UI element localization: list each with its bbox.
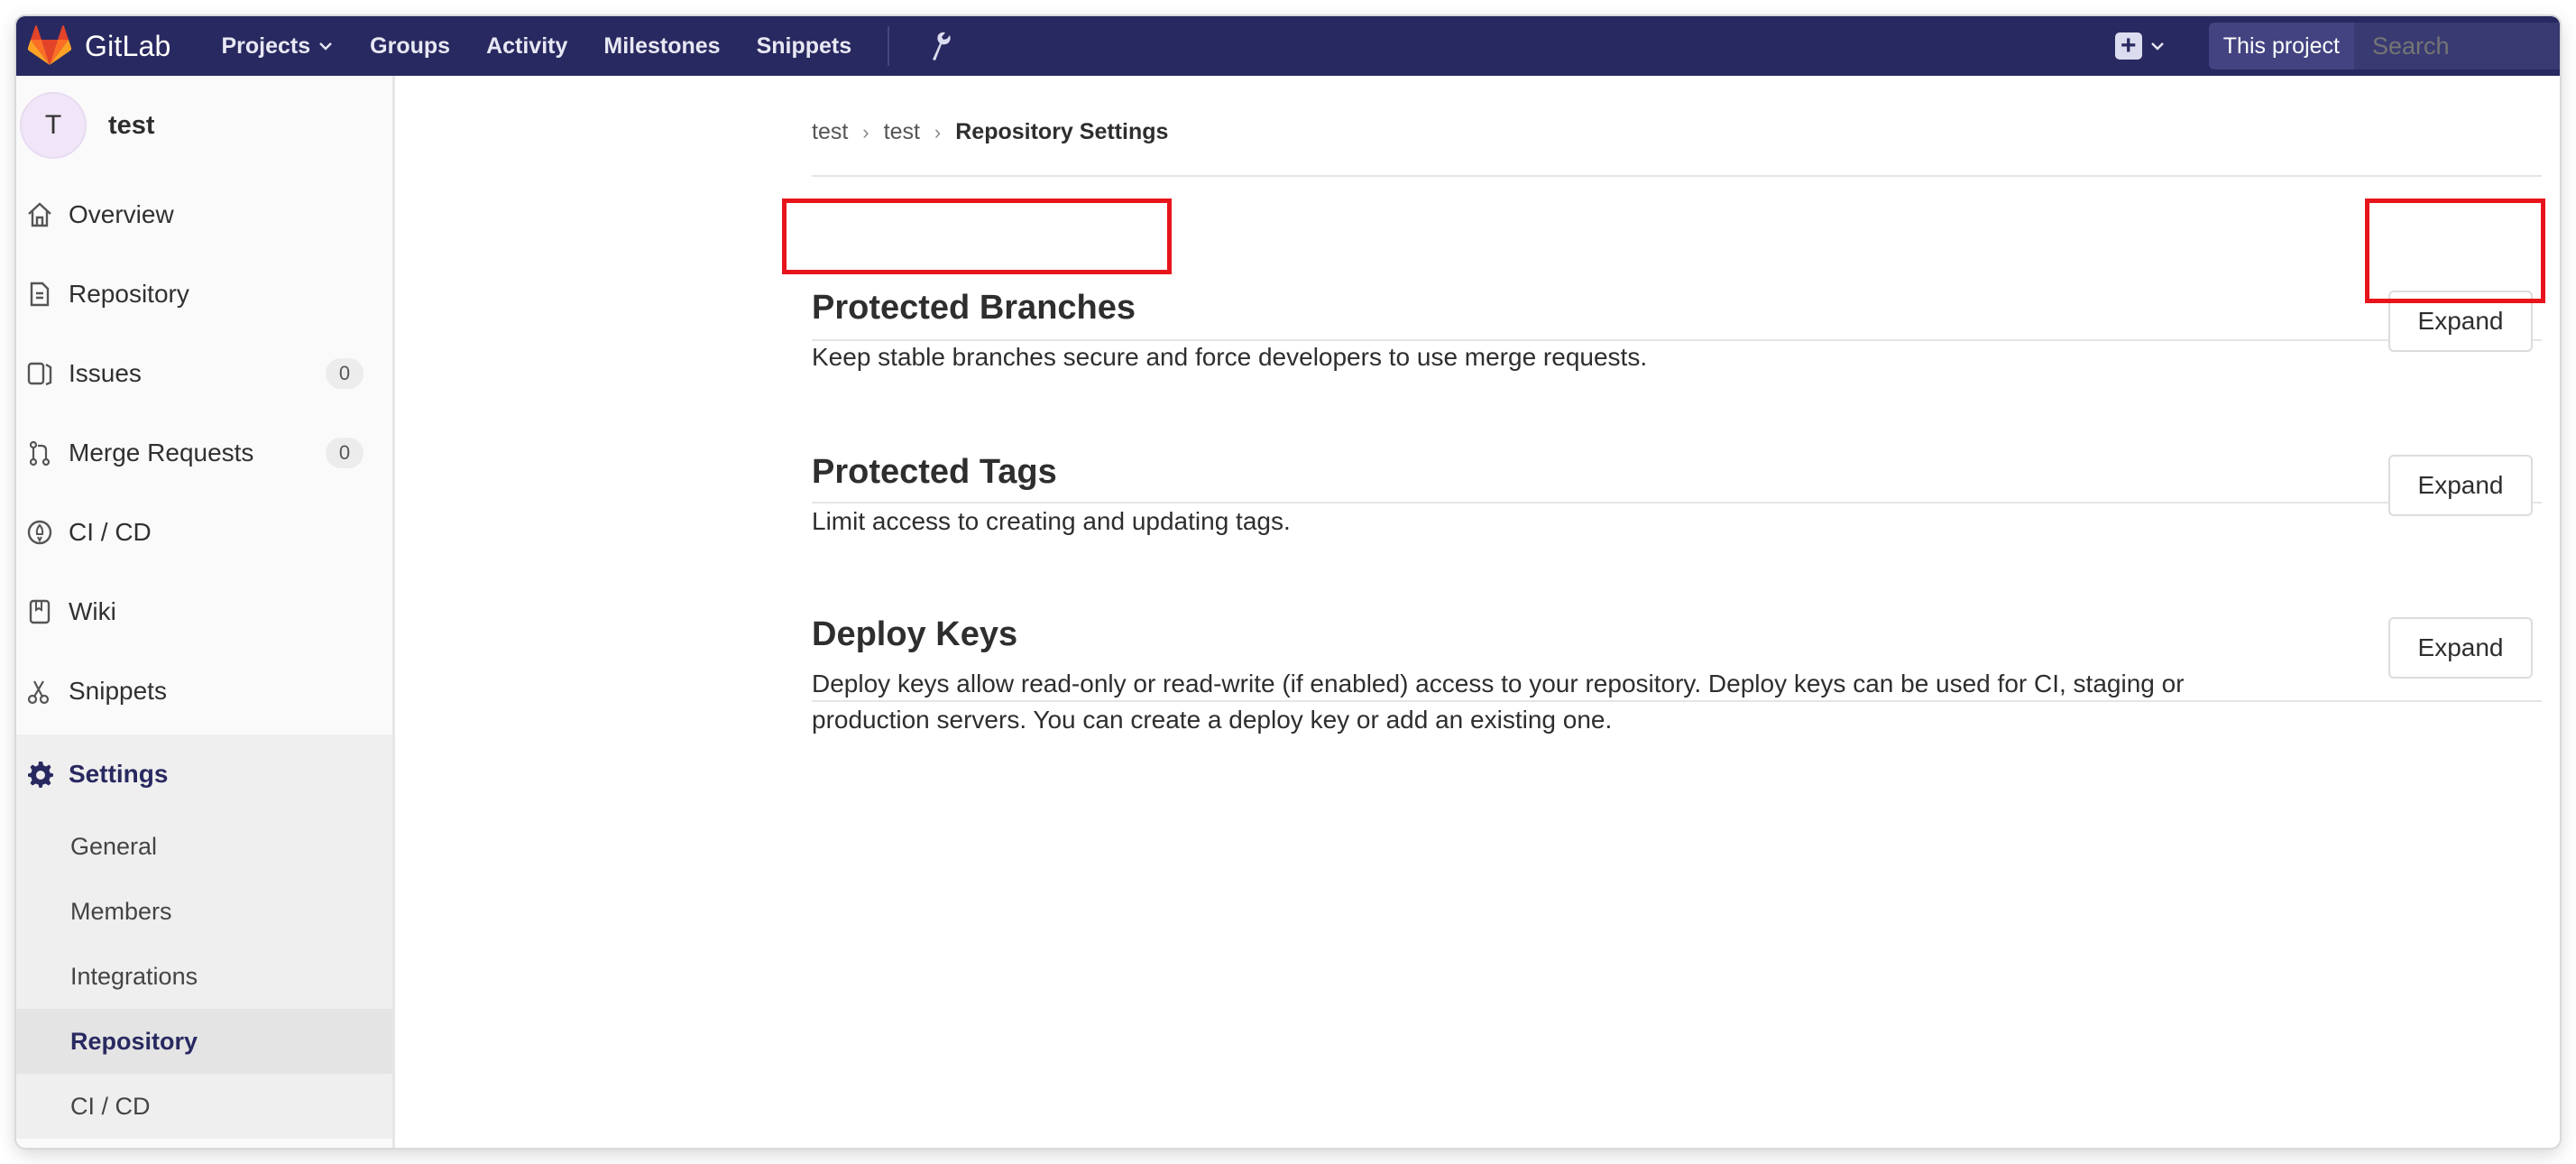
settings-sub-members[interactable]: Members <box>16 879 392 944</box>
gear-icon <box>25 760 54 789</box>
nav-activity[interactable]: Activity <box>486 33 567 60</box>
section-deploy-keys: Deploy Keys Deploy keys allow read-only … <box>812 503 2542 734</box>
rocket-icon <box>25 518 54 547</box>
brand-name: GitLab <box>85 29 171 62</box>
nav-right: + This project <box>2114 16 2560 76</box>
chevron-right-icon: › <box>934 120 942 143</box>
home-icon <box>25 200 54 229</box>
expand-button[interactable]: Expand <box>2388 617 2533 679</box>
nav-groups[interactable]: Groups <box>370 33 450 60</box>
project-name: test <box>108 110 155 140</box>
sidebar-item-wiki[interactable]: Wiki <box>16 572 392 651</box>
nav-menu: Projects Groups Activity Milestones Snip… <box>221 16 952 76</box>
nav-divider <box>888 26 890 66</box>
project-sidebar: T test Overview Repository Issues 0 Merg… <box>16 76 395 1148</box>
chevron-down-icon <box>319 42 333 51</box>
sidebar-item-overview[interactable]: Overview <box>16 175 392 254</box>
sidebar-item-snippets[interactable]: Snippets <box>16 651 392 731</box>
gitlab-fox-icon <box>27 25 72 65</box>
sidebar-item-settings[interactable]: Settings <box>16 734 392 814</box>
nav-projects[interactable]: Projects <box>221 33 334 60</box>
section-title: Protected Branches <box>812 289 1136 327</box>
settings-sub-repository[interactable]: Repository <box>16 1009 392 1074</box>
nav-projects-label: Projects <box>221 32 311 59</box>
top-navbar: GitLab Projects Groups Activity Mileston… <box>16 16 2560 76</box>
section-title: Deploy Keys <box>812 615 1018 653</box>
settings-sub-ci-cd[interactable]: CI / CD <box>16 1074 392 1139</box>
nav-snippets[interactable]: Snippets <box>757 33 852 60</box>
settings-sub-general[interactable]: General <box>16 814 392 879</box>
sidebar-item-label: Snippets <box>69 677 167 705</box>
search-scope-button[interactable]: This project <box>2208 23 2354 69</box>
search-input[interactable] <box>2354 23 2560 69</box>
nav-milestones[interactable]: Milestones <box>603 33 720 60</box>
sidebar-item-label: Merge Requests <box>69 439 254 467</box>
merge-request-icon <box>25 439 54 467</box>
sidebar-item-ci-cd[interactable]: CI / CD <box>16 493 392 572</box>
issues-icon <box>25 359 54 388</box>
section-title: Protected Tags <box>812 453 1057 491</box>
sidebar-item-label: CI / CD <box>69 518 152 546</box>
breadcrumb: test › test › Repository Settings <box>812 119 1168 145</box>
sidebar-item-label: Issues <box>69 359 142 387</box>
main-content: test › test › Repository Settings Protec… <box>398 76 2560 1148</box>
chevron-down-icon <box>2150 42 2164 51</box>
wrench-icon[interactable] <box>925 31 952 61</box>
sidebar-item-merge-requests[interactable]: Merge Requests 0 <box>16 413 392 493</box>
chevron-right-icon: › <box>862 120 869 143</box>
section-description-line: production servers. You can create a dep… <box>812 706 1613 734</box>
section-protected-branches: Protected Branches Keep stable branches … <box>812 177 2542 371</box>
sidebar-item-label: Repository <box>69 280 189 308</box>
issues-count-badge: 0 <box>326 358 363 389</box>
gitlab-logo[interactable]: GitLab <box>27 16 170 76</box>
project-avatar: T <box>20 92 87 159</box>
project-header[interactable]: T test <box>16 76 392 175</box>
settings-submenu: General Members Integrations Repository … <box>16 814 392 1139</box>
sidebar-item-issues[interactable]: Issues 0 <box>16 334 392 413</box>
section-description: Deploy keys allow read-only or read-writ… <box>812 666 2255 738</box>
new-item-dropdown[interactable]: + <box>2114 32 2166 60</box>
scissors-icon <box>25 677 54 706</box>
sidebar-item-label: Settings <box>69 760 169 788</box>
sidebar-item-label: Overview <box>69 200 174 228</box>
merge-requests-count-badge: 0 <box>326 438 363 468</box>
sidebar-item-label: Wiki <box>69 597 116 625</box>
section-description-line: Deploy keys allow read-only or read-writ… <box>812 670 2185 697</box>
settings-sub-integrations[interactable]: Integrations <box>16 944 392 1009</box>
document-icon <box>25 280 54 309</box>
breadcrumb-current[interactable]: Repository Settings <box>955 119 1168 145</box>
breadcrumb-item[interactable]: test <box>884 119 920 145</box>
breadcrumb-item[interactable]: test <box>812 119 848 145</box>
section-protected-tags: Protected Tags Limit access to creating … <box>812 341 2542 535</box>
sidebar-item-repository[interactable]: Repository <box>16 254 392 334</box>
book-icon <box>25 597 54 626</box>
plus-icon: + <box>2114 32 2142 60</box>
browser-window: GitLab Projects Groups Activity Mileston… <box>16 16 2560 1148</box>
